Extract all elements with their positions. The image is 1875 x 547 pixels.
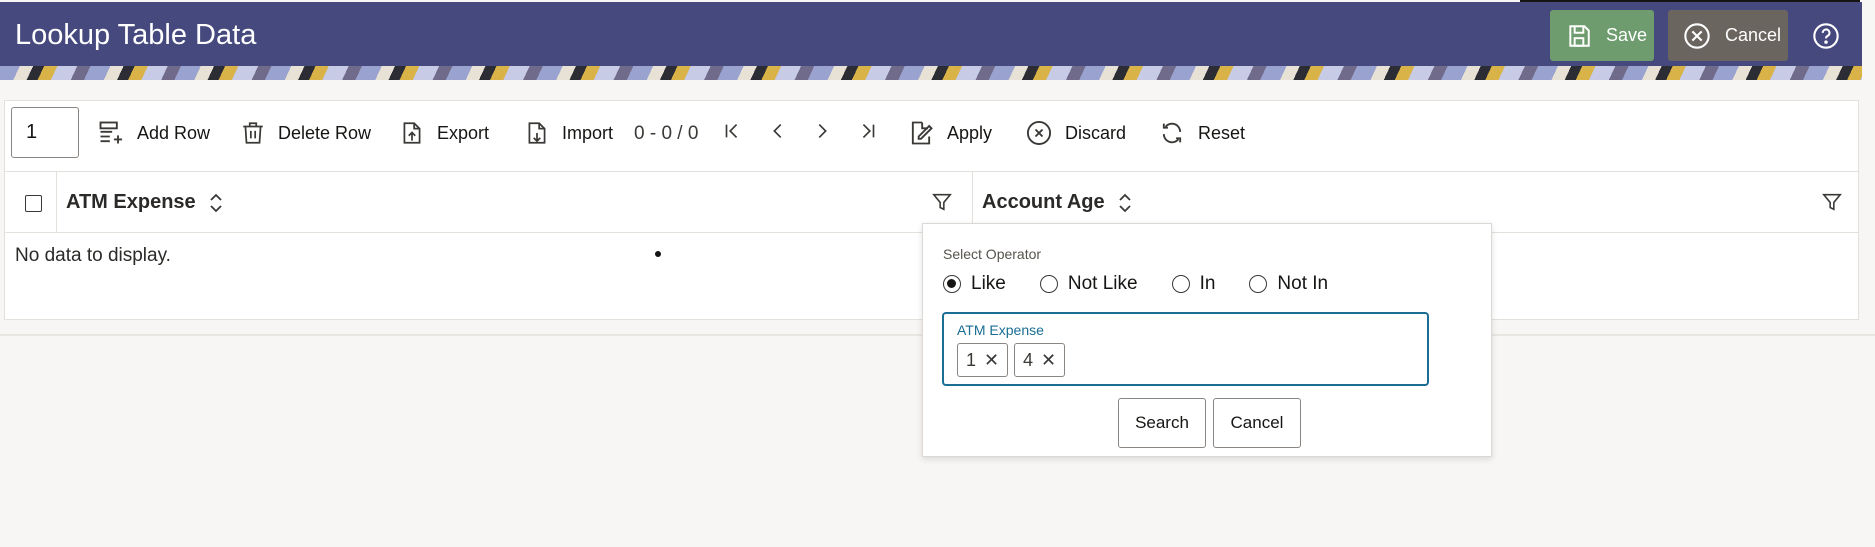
discard-circle-icon xyxy=(1026,120,1052,146)
column-filter-popup: Select Operator Like Not Like In Not In … xyxy=(922,223,1492,457)
previous-page-icon[interactable] xyxy=(767,120,789,142)
radio-icon xyxy=(1039,275,1058,293)
radio-icon xyxy=(1249,275,1268,293)
import-label: Import xyxy=(562,122,614,143)
reset-icon xyxy=(1162,122,1182,144)
chip-label: 1 xyxy=(966,349,977,370)
chip-label: 4 xyxy=(1023,349,1034,370)
add-row-button[interactable]: Add Row xyxy=(97,118,210,148)
radio-label: Like xyxy=(971,273,1006,294)
import-button[interactable]: Import xyxy=(524,118,613,148)
export-button[interactable]: Export xyxy=(399,118,489,148)
empty-table-message: No data to display. xyxy=(15,245,171,266)
export-icon xyxy=(403,122,421,144)
save-label: Save xyxy=(1606,25,1648,45)
page-header: Lookup Table Data Save Cancel xyxy=(0,2,1862,80)
delete-row-button[interactable]: Delete Row xyxy=(240,118,371,148)
import-icon xyxy=(528,122,546,144)
help-circle-icon[interactable] xyxy=(1812,22,1840,50)
apply-label: Apply xyxy=(947,122,993,143)
sort-icon[interactable] xyxy=(1117,192,1133,214)
filter-cancel-button[interactable]: Cancel xyxy=(1213,398,1301,448)
first-page-icon[interactable] xyxy=(721,120,743,142)
column-header-atm-expense[interactable]: ATM Expense xyxy=(66,191,224,214)
remove-chip-icon[interactable]: ✕ xyxy=(1041,350,1056,371)
cancel-button[interactable]: Cancel xyxy=(1668,10,1788,61)
filter-field-label: ATM Expense xyxy=(957,322,1044,338)
operator-in-radio[interactable]: In xyxy=(1171,273,1216,295)
last-page-icon[interactable] xyxy=(857,120,879,142)
reset-label: Reset xyxy=(1198,122,1246,143)
cursor-dot xyxy=(655,251,661,257)
filter-icon[interactable] xyxy=(931,191,953,213)
radio-label: In xyxy=(1199,273,1216,294)
delete-row-label: Delete Row xyxy=(278,122,372,143)
operator-like-radio[interactable]: Like xyxy=(943,273,1006,295)
sort-icon[interactable] xyxy=(208,192,224,214)
table-toolbar: 1 Add Row Delete Row Export Import 0 - 0… xyxy=(5,101,1858,172)
operator-not-in-radio[interactable]: Not In xyxy=(1249,273,1328,295)
page-title: Lookup Table Data xyxy=(15,19,257,51)
pagination-range: 0 - 0 / 0 xyxy=(634,123,699,144)
radio-label: Not In xyxy=(1277,273,1329,294)
header-decorative-band xyxy=(0,66,1862,80)
value-chip: 4 ✕ xyxy=(1014,343,1066,377)
filter-icon[interactable] xyxy=(1821,191,1843,213)
page-number-input[interactable]: 1 xyxy=(11,107,79,158)
discard-button[interactable]: Discard xyxy=(1025,118,1126,148)
column-divider xyxy=(56,172,57,232)
export-label: Export xyxy=(437,122,490,143)
radio-selected-icon xyxy=(943,275,961,293)
add-row-label: Add Row xyxy=(137,122,211,143)
cancel-label: Cancel xyxy=(1725,25,1782,45)
delete-icon xyxy=(243,122,263,144)
apply-edit-icon xyxy=(911,121,933,145)
column-header-label: ATM Expense xyxy=(66,191,196,213)
select-all-checkbox[interactable] xyxy=(25,195,42,212)
apply-button[interactable]: Apply xyxy=(907,118,992,148)
save-icon xyxy=(1569,24,1590,47)
operator-radio-group: Like Not Like In Not In xyxy=(943,273,1362,295)
radio-icon xyxy=(1171,275,1190,293)
column-header-label: Account Age xyxy=(982,191,1105,213)
reset-button[interactable]: Reset xyxy=(1158,118,1245,148)
next-page-icon[interactable] xyxy=(811,120,833,142)
save-button[interactable]: Save xyxy=(1550,10,1654,61)
value-chip: 1 ✕ xyxy=(957,343,1009,377)
add-row-icon xyxy=(99,121,123,144)
remove-chip-icon[interactable]: ✕ xyxy=(984,350,999,371)
operator-not-like-radio[interactable]: Not Like xyxy=(1039,273,1138,295)
filter-search-button[interactable]: Search xyxy=(1118,398,1206,448)
operator-label: Select Operator xyxy=(943,246,1042,262)
column-header-account-age[interactable]: Account Age xyxy=(982,191,1133,214)
radio-label: Not Like xyxy=(1067,273,1138,294)
discard-label: Discard xyxy=(1065,122,1127,143)
filter-values-field[interactable]: ATM Expense 1 ✕ 4 ✕ xyxy=(942,312,1429,386)
close-circle-icon xyxy=(1684,22,1710,49)
